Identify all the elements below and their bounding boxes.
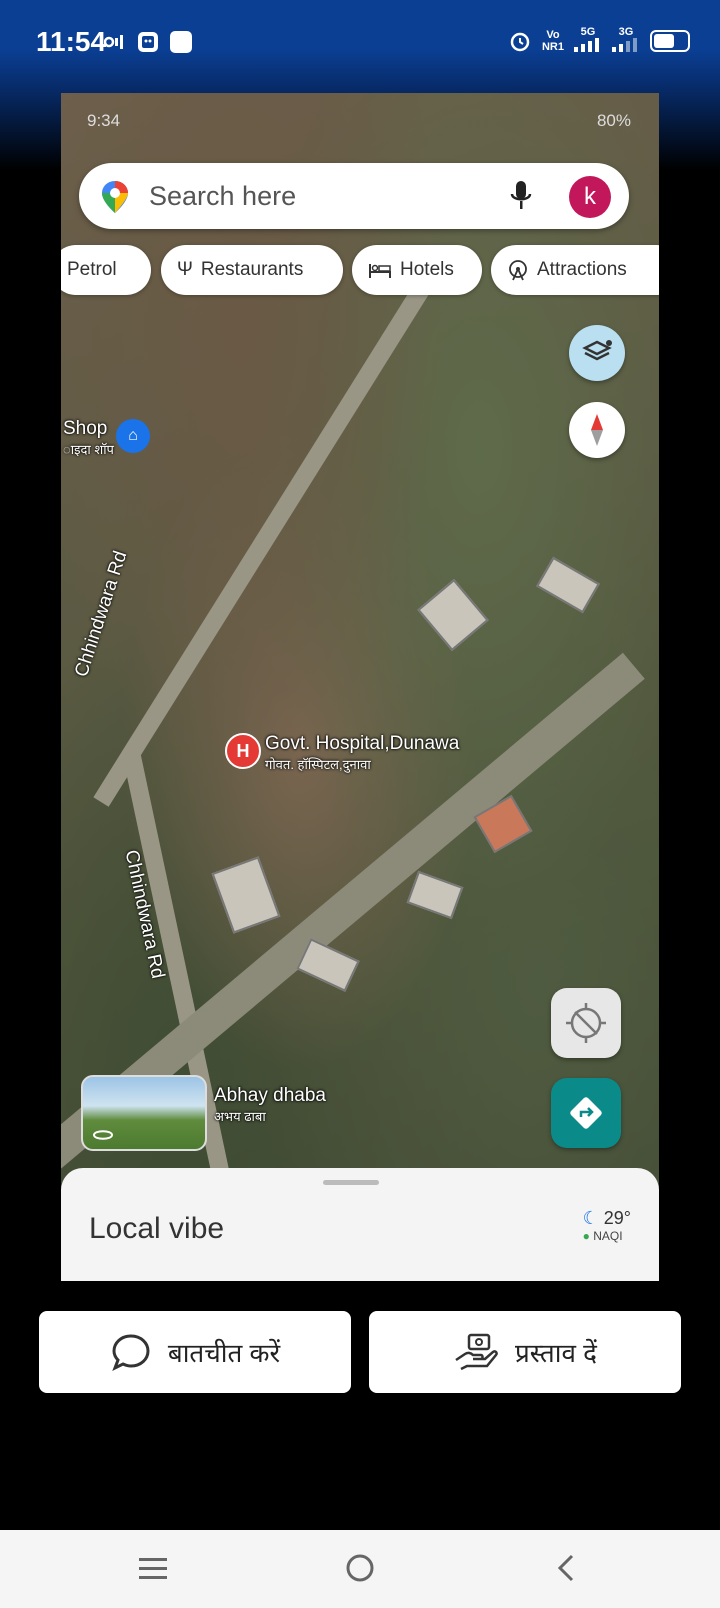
moon-icon: ☾ [582,1208,599,1228]
dhaba-label-main: Abhay dhaba [214,1085,326,1106]
hospital-label-sub: गोवत. हॉस्पिटल,दुनावा [265,757,371,772]
directions-button[interactable] [551,1078,621,1148]
inner-status-battery: 80% [596,111,631,130]
chat-button-label: बातचीत करें [167,1338,281,1368]
sim1-label: 5G [580,26,596,38]
notification-icon [170,31,192,53]
chip-label: Hotels [400,259,454,280]
aqi-label: NAQI [593,1229,623,1243]
street-view-thumbnail[interactable] [81,1075,207,1151]
compass-icon [591,414,603,446]
avatar[interactable]: k [569,176,611,218]
chip-restaurants[interactable]: Ψ Restaurants [161,245,343,295]
locate-icon [566,1003,606,1043]
building [296,938,360,992]
status-left-icons [104,30,192,54]
sim1-signal: 5G [574,26,602,55]
hospital-label-main: Govt. Hospital,Dunawa [265,733,460,754]
sim2-signal: 3G [612,26,640,55]
utensils-icon: Ψ [177,259,193,280]
search-bar[interactable]: Search here k [79,163,629,229]
directions-icon [570,1097,602,1129]
alarm-icon [510,32,530,51]
road-curve [122,750,240,1224]
bottom-sheet[interactable]: Local vibe ☾ 29° ● NAQI [61,1168,659,1281]
network-label: Vo NR1 [542,29,564,53]
mic-icon[interactable] [509,179,533,213]
navigation-bar [0,1530,720,1608]
back-icon[interactable] [555,1553,577,1583]
shop-label[interactable]: Shop ाइदा शॉप [63,418,114,458]
dhaba-label[interactable]: Abhay dhaba अभय ढाबा [214,1085,326,1125]
network-label-bottom: NR1 [541,40,564,53]
photo-icon [138,32,158,52]
status-right-icons: Vo NR1 5G 3G [508,26,690,55]
offer-button[interactable]: प्रस्ताव दें [369,1311,681,1393]
signal-icon [612,38,637,52]
weather-widget: ☾ 29° ● NAQI [583,1208,631,1243]
building [406,870,464,920]
building [417,578,489,652]
inner-status-time: 9:34 [87,111,121,130]
road-label-text: Chhindwara Rd [71,548,132,680]
category-chips: Petrol Ψ Restaurants Hotels Attractions [61,245,659,295]
sheet-handle[interactable] [323,1180,379,1185]
home-icon[interactable] [345,1553,375,1583]
chip-label: Petrol [67,259,117,280]
search-input[interactable]: Search here [149,181,296,212]
status-time: 11:54 [36,26,107,57]
chip-label: Attractions [537,259,627,280]
hand-offer-icon [455,1333,498,1371]
chip-hotels[interactable]: Hotels [352,245,482,295]
google-maps-pin-icon [102,181,128,213]
hospital-pin-icon[interactable]: H [225,733,261,769]
road-diagonal-upper [93,271,438,807]
temperature: 29° [603,1208,631,1228]
ferris-wheel-icon [509,260,527,281]
bed-icon [369,264,391,278]
menu-icon[interactable] [138,1556,168,1582]
compass-button[interactable] [569,402,625,458]
aqi-dot-icon: ● [582,1229,590,1243]
network-label-top: Vo [546,28,560,41]
layers-button[interactable] [569,325,625,381]
status-bar: 11:54 Vo NR1 5G 3G [0,0,720,90]
shopping-bag-icon[interactable]: ⌂ [116,419,150,453]
wifi-icon [104,35,123,49]
chip-label: Restaurants [200,259,304,280]
offer-button-label: प्रस्ताव दें [515,1338,597,1368]
sheet-title: Local vibe [89,1212,225,1245]
locate-button[interactable] [551,988,621,1058]
rotate-arrow-icon [93,1130,114,1140]
chip-attractions[interactable]: Attractions [491,245,659,295]
dhaba-label-sub: अभय ढाबा [214,1109,266,1124]
shop-label-sub: ाइदा शॉप [63,442,114,457]
building [211,856,281,934]
signal-icon [574,38,599,52]
shop-label-main: Shop [63,418,108,439]
chat-button[interactable]: बातचीत करें [39,1311,351,1393]
battery-icon [650,29,690,52]
hospital-label[interactable]: Govt. Hospital,Dunawa गोवत. हॉस्पिटल,दुन… [265,733,459,773]
chat-bubble-icon [112,1334,150,1372]
building [536,556,600,614]
chip-petrol[interactable]: Petrol [61,245,151,295]
sim2-label: 3G [618,26,634,38]
layers-icon [582,340,612,361]
map-screenshot[interactable]: 9:34 80% ‹ Search here k Petrol Ψ Restau… [61,93,659,1281]
road-label: Chhindwara Rd [71,548,132,679]
